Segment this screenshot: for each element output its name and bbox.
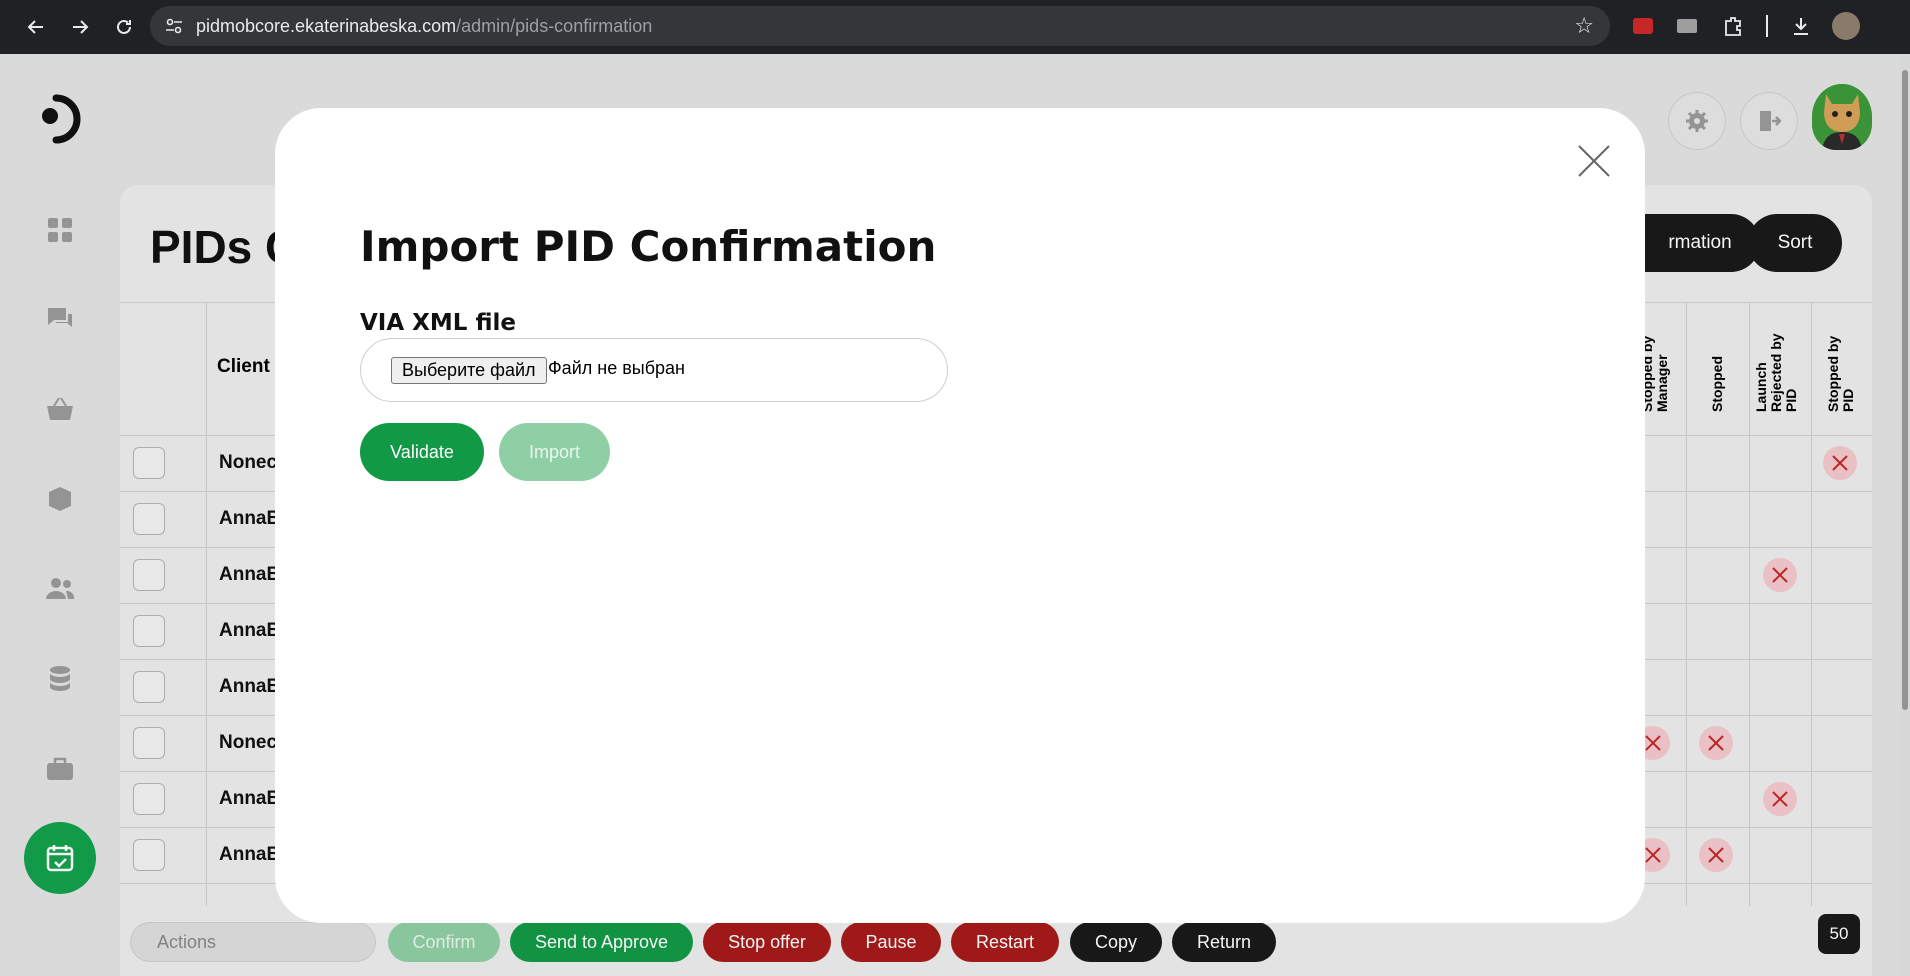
forward-icon[interactable] bbox=[62, 9, 98, 45]
site-settings-icon[interactable] bbox=[164, 16, 184, 36]
browser-toolbar: pidmobcore.ekaterinabeska.com/admin/pids… bbox=[0, 0, 1910, 54]
import-button[interactable]: Import bbox=[499, 423, 610, 481]
url-host: pidmobcore.ekaterinabeska.com bbox=[196, 15, 457, 36]
extension-icon[interactable] bbox=[1720, 13, 1746, 39]
browser-profile-avatar[interactable] bbox=[1832, 12, 1860, 40]
address-bar[interactable]: pidmobcore.ekaterinabeska.com/admin/pids… bbox=[150, 6, 1610, 46]
choose-file-button[interactable]: Выберите файл bbox=[391, 357, 547, 384]
validate-button[interactable]: Validate bbox=[360, 423, 484, 481]
url-path: /admin/pids-confirmation bbox=[456, 15, 653, 36]
extension-red-icon[interactable] bbox=[1630, 13, 1656, 39]
extension-printer-icon[interactable] bbox=[1674, 13, 1700, 39]
toolbar-divider bbox=[1766, 15, 1768, 37]
close-icon[interactable] bbox=[1575, 142, 1613, 180]
download-icon[interactable] bbox=[1788, 13, 1814, 39]
modal-title: Import PID Confirmation bbox=[360, 222, 937, 271]
reload-icon[interactable] bbox=[106, 9, 142, 45]
back-icon[interactable] bbox=[18, 9, 54, 45]
file-status-text: Файл не выбран bbox=[548, 358, 685, 378]
via-xml-label: VIA XML file bbox=[360, 310, 516, 336]
bookmark-star-icon[interactable]: ☆ bbox=[1574, 14, 1594, 39]
